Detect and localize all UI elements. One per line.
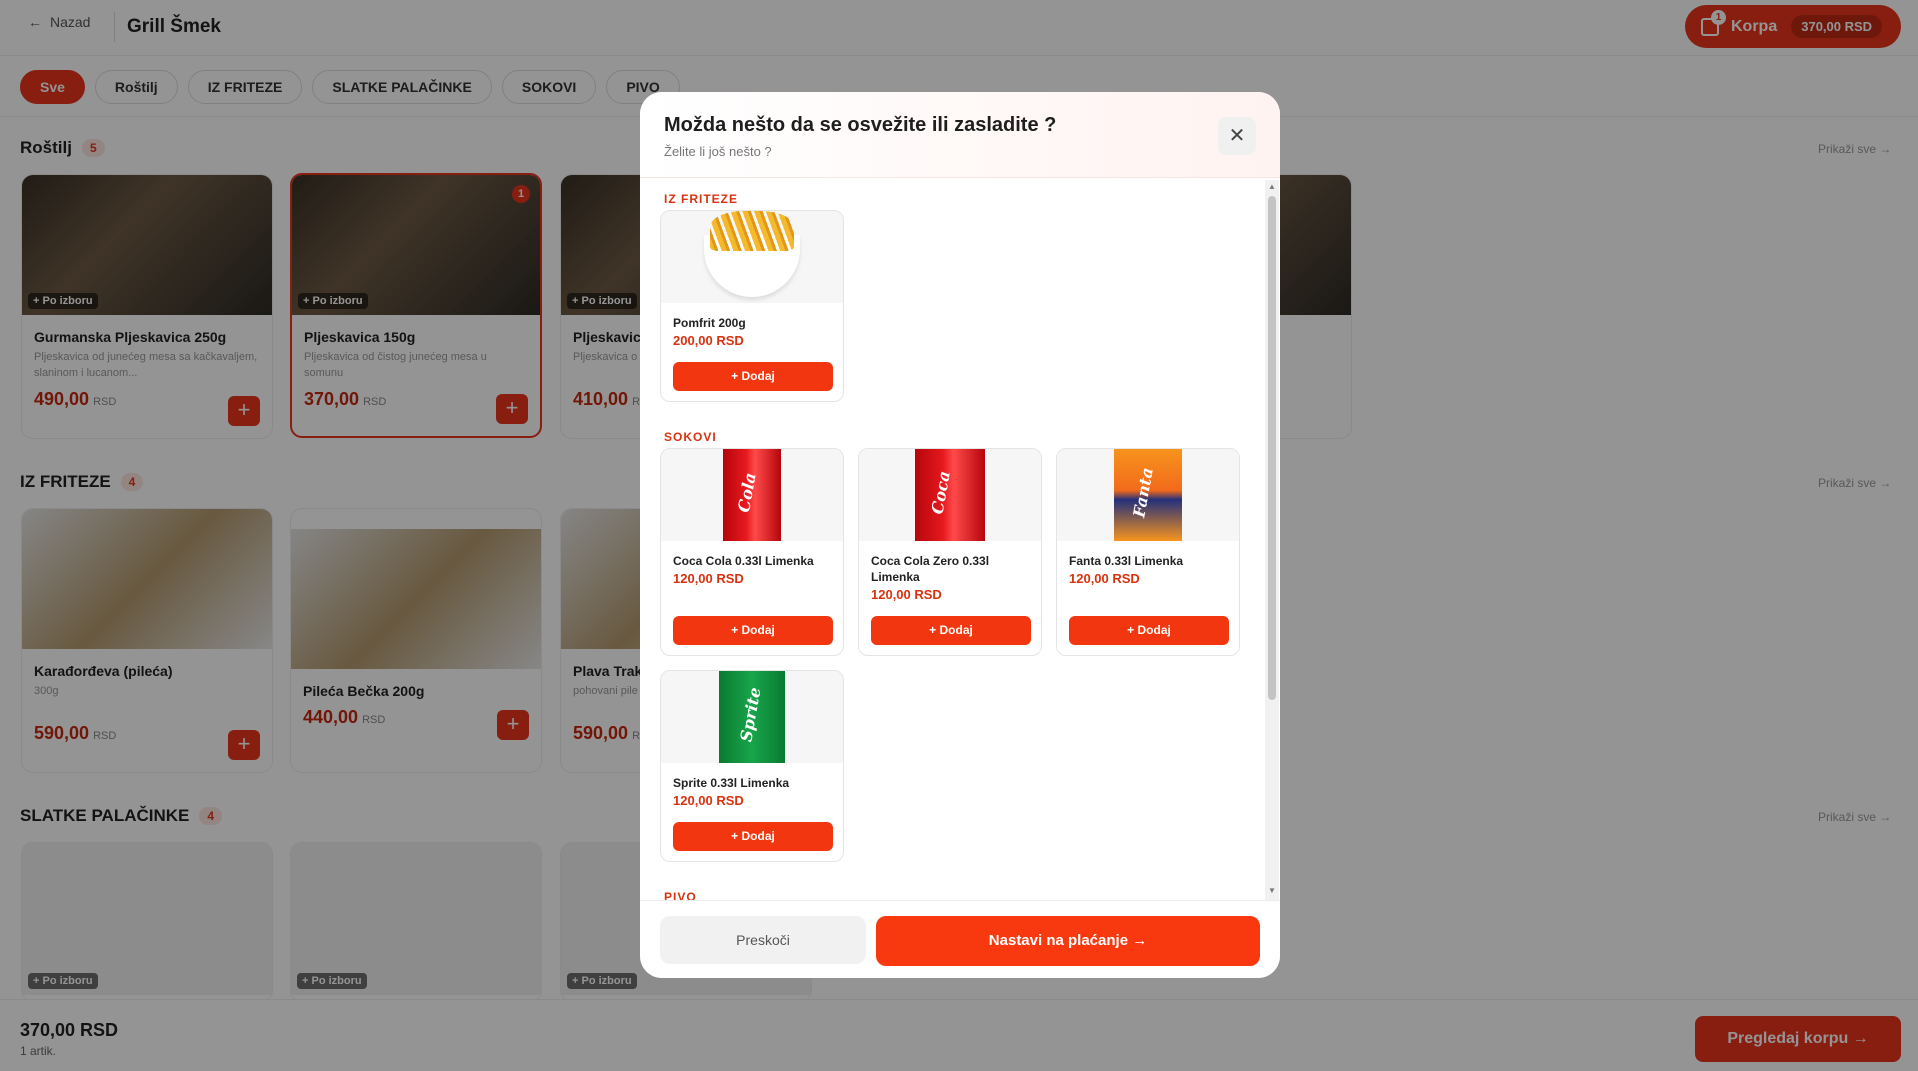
fries-image — [661, 211, 843, 303]
upsell-item-name: Sprite 0.33l Limenka — [673, 776, 790, 790]
upsell-item-price: 120,00 RSD — [1069, 571, 1140, 586]
modal-scrollbar[interactable]: ▲ ▼ — [1265, 180, 1279, 900]
skip-button[interactable]: Preskoči — [660, 916, 866, 964]
upsell-item-price: 200,00 RSD — [673, 333, 744, 348]
upsell-item-name: Coca Cola 0.33l Limenka — [673, 554, 814, 568]
add-button[interactable]: + Dodaj — [673, 362, 833, 391]
modal-header: Možda nešto da se osvežite ili zasladite… — [640, 92, 1280, 178]
upsell-item-card[interactable]: Pomfrit 200g 200,00 RSD + Dodaj — [660, 210, 844, 402]
upsell-item-name: Pomfrit 200g — [673, 316, 746, 330]
upsell-modal: Možda nešto da se osvežite ili zasladite… — [640, 92, 1280, 978]
upsell-item-price: 120,00 RSD — [871, 587, 942, 602]
page: ← Nazad Grill Šmek 1 Korpa 370,00 RSD Sv… — [0, 0, 1918, 1071]
close-icon[interactable]: ✕ — [1218, 117, 1256, 155]
sprite-can-image: Sprite — [661, 671, 843, 763]
upsell-item-card[interactable]: Cola Coca Cola 0.33l Limenka 120,00 RSD … — [660, 448, 844, 656]
coca-cola-zero-can-image: Coca — [859, 449, 1041, 541]
upsell-item-price: 120,00 RSD — [673, 793, 744, 808]
add-button[interactable]: + Dodaj — [673, 822, 833, 851]
upsell-item-card[interactable]: Fanta Fanta 0.33l Limenka 120,00 RSD + D… — [1056, 448, 1240, 656]
scroll-up-icon[interactable]: ▲ — [1268, 182, 1276, 191]
group-title: SOKOVI — [664, 430, 717, 444]
scrollbar-thumb[interactable] — [1268, 196, 1276, 700]
upsell-item-name: Fanta 0.33l Limenka — [1069, 554, 1184, 568]
scroll-down-icon[interactable]: ▼ — [1268, 886, 1276, 895]
group-title: PIVO — [664, 890, 697, 900]
add-button[interactable]: + Dodaj — [673, 616, 833, 645]
add-button[interactable]: + Dodaj — [871, 616, 1031, 645]
upsell-item-price: 120,00 RSD — [673, 571, 744, 586]
upsell-item-card[interactable]: Sprite Sprite 0.33l Limenka 120,00 RSD +… — [660, 670, 844, 862]
add-button[interactable]: + Dodaj — [1069, 616, 1229, 645]
modal-footer: Preskoči Nastavi na plaćanje → — [640, 900, 1280, 978]
modal-title: Možda nešto da se osvežite ili zasladite… — [664, 114, 1057, 136]
fanta-can-image: Fanta — [1057, 449, 1239, 541]
upsell-item-name: Coca Cola Zero 0.33l Limenka — [871, 554, 990, 584]
modal-body: IZ FRITEZE Pomfrit 200g 200,00 RSD + Dod… — [640, 178, 1264, 900]
group-title: IZ FRITEZE — [664, 192, 738, 206]
coca-cola-can-image: Cola — [661, 449, 843, 541]
continue-to-payment-button[interactable]: Nastavi na plaćanje → — [876, 916, 1260, 966]
upsell-item-card[interactable]: Coca Coca Cola Zero 0.33l Limenka 120,00… — [858, 448, 1042, 656]
modal-subtitle: Želite li još nešto ? — [664, 144, 772, 159]
